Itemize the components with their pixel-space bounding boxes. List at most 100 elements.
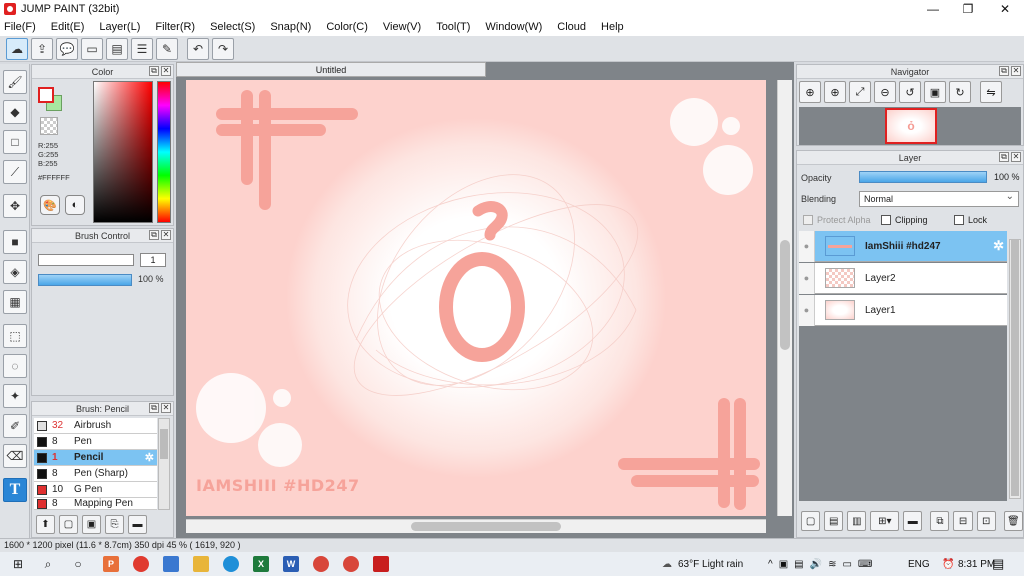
actual-size-icon[interactable]: ▣: [924, 81, 946, 103]
weather-widget[interactable]: ☁ 63°F Light rain: [662, 552, 743, 576]
restore-button[interactable]: ❐: [950, 0, 986, 18]
panel-close-icon[interactable]: ✕: [161, 403, 171, 413]
brush-options-icon[interactable]: ▣: [82, 514, 101, 534]
blending-select[interactable]: Normal: [859, 190, 1019, 207]
saturation-value-picker[interactable]: [93, 81, 153, 223]
menu-view[interactable]: View(V): [383, 21, 421, 33]
page-icon[interactable]: ▤: [106, 37, 128, 60]
new-layer-8bit-icon[interactable]: ▤: [824, 511, 844, 531]
hue-slider[interactable]: [157, 81, 171, 223]
artwork-canvas[interactable]: IAMSHIII #HD247: [186, 80, 766, 516]
rotate-left-icon[interactable]: ↺: [899, 81, 921, 103]
navigator-thumbnail[interactable]: ỏ: [885, 108, 937, 144]
lock-checkbox[interactable]: Lock: [954, 215, 987, 225]
panel-float-icon[interactable]: ⧉: [999, 152, 1009, 162]
edit-list-icon[interactable]: ✎: [156, 37, 178, 60]
panel-float-icon[interactable]: ⧉: [149, 66, 159, 76]
close-button[interactable]: ✕: [987, 0, 1023, 18]
share-icon[interactable]: ⇪: [31, 37, 53, 60]
menu-file[interactable]: File(F): [4, 21, 36, 33]
merge-layer-icon[interactable]: ⊟: [953, 511, 973, 531]
line-tool-icon[interactable]: ⟋: [3, 160, 27, 184]
duplicate-layer-icon[interactable]: ⧉: [930, 511, 950, 531]
task-view-icon[interactable]: ○: [66, 554, 90, 574]
windows-start-icon[interactable]: ⊞: [6, 554, 30, 574]
layer-opacity-slider[interactable]: [859, 171, 987, 183]
menu-window[interactable]: Window(W): [485, 21, 542, 33]
redo-icon[interactable]: ↷: [212, 37, 234, 60]
new-layer-icon[interactable]: ▢: [801, 511, 821, 531]
menu-layer[interactable]: Layer(L): [99, 21, 140, 33]
clock-time[interactable]: 8:31 PM: [958, 552, 995, 576]
app-browser-red-icon[interactable]: [133, 556, 149, 572]
keyboard-icon[interactable]: ⌨: [858, 559, 872, 570]
excel-icon[interactable]: X: [253, 556, 269, 572]
gear-icon[interactable]: ✲: [145, 451, 154, 464]
visibility-icon[interactable]: ●: [799, 294, 815, 326]
layer-copy-icon[interactable]: ⊡: [976, 511, 996, 531]
brush-tool-icon[interactable]: 🖌: [3, 70, 27, 94]
brush-item-pencil[interactable]: 1 Pencil ✲: [34, 450, 157, 466]
menu-snap[interactable]: Snap(N): [270, 21, 311, 33]
brush-opacity-slider[interactable]: [38, 274, 132, 286]
chevron-up-icon[interactable]: ^: [768, 559, 773, 570]
eraser-tool-icon[interactable]: ◆: [3, 100, 27, 124]
new-layer-1bit-icon[interactable]: ▥: [847, 511, 867, 531]
menu-tool[interactable]: Tool(T): [436, 21, 470, 33]
delete-layer-icon[interactable]: 🗑: [1003, 511, 1023, 531]
canvas-horizontal-scrollbar[interactable]: [186, 519, 766, 533]
cloud-icon[interactable]: ☁: [6, 37, 28, 60]
menu-color[interactable]: Color(C): [326, 21, 368, 33]
bucket-tool-icon[interactable]: ◈: [3, 260, 27, 284]
undo-icon[interactable]: ↶: [187, 37, 209, 60]
battery-icon[interactable]: ▭: [842, 559, 851, 570]
magic-wand-tool-icon[interactable]: ✦: [3, 384, 27, 408]
move-tool-icon[interactable]: ✥: [3, 194, 27, 218]
brush-item-airbrush[interactable]: 32 Airbrush: [34, 418, 157, 434]
lasso-tool-icon[interactable]: ◌: [3, 354, 27, 378]
panel-float-icon[interactable]: ⧉: [149, 230, 159, 240]
protect-alpha-checkbox[interactable]: Protect Alpha: [803, 215, 871, 225]
word-icon[interactable]: W: [283, 556, 299, 572]
notification-icon[interactable]: ▤: [992, 552, 1004, 576]
app-monitor-icon[interactable]: [163, 556, 179, 572]
brush-item-pen-sharp[interactable]: 8 Pen (Sharp): [34, 466, 157, 482]
brush-cloud-icon[interactable]: ⬆: [36, 514, 55, 534]
flip-icon[interactable]: ⇋: [980, 81, 1002, 103]
canvas-vertical-scrollbar[interactable]: [777, 80, 792, 516]
wifi-icon[interactable]: ≋: [828, 559, 836, 570]
menu-filter[interactable]: Filter(R): [155, 21, 195, 33]
text-tool-icon[interactable]: T: [3, 478, 27, 502]
visibility-icon[interactable]: ●: [799, 230, 815, 262]
visibility-icon[interactable]: ●: [799, 262, 815, 294]
new-brush-icon[interactable]: ▢: [59, 514, 78, 534]
app-p-icon[interactable]: P: [103, 556, 119, 572]
brush-item-pen[interactable]: 8 Pen: [34, 434, 157, 450]
panel-close-icon[interactable]: ✕: [1011, 152, 1021, 162]
gear-icon[interactable]: ✲: [993, 238, 1004, 254]
menu-help[interactable]: Help: [601, 21, 624, 33]
gradient-tool-icon[interactable]: ▦: [3, 290, 27, 314]
transparent-color-swatch[interactable]: [40, 117, 58, 135]
menu-cloud[interactable]: Cloud: [557, 21, 586, 33]
panel-float-icon[interactable]: ⧉: [999, 66, 1009, 76]
fill-rect-tool-icon[interactable]: ■: [3, 230, 27, 254]
brush-size-value[interactable]: 1: [140, 253, 166, 267]
foreground-color-swatch[interactable]: [38, 87, 54, 103]
navigator-preview[interactable]: ỏ: [799, 107, 1021, 145]
palette-icon[interactable]: 🎨: [40, 195, 60, 215]
panel-float-icon[interactable]: ⧉: [149, 403, 159, 413]
clipping-checkbox[interactable]: Clipping: [881, 215, 928, 225]
menu-edit[interactable]: Edit(E): [51, 21, 85, 33]
minimize-button[interactable]: —: [915, 0, 951, 18]
language-indicator[interactable]: ENG: [908, 552, 930, 576]
brush-item-g-pen[interactable]: 10 G Pen: [34, 482, 157, 498]
select-eraser-tool-icon[interactable]: ⌫: [3, 444, 27, 468]
brush-item-mapping-pen[interactable]: 8 Mapping Pen: [34, 498, 157, 510]
zoom-out-icon[interactable]: ⊖: [874, 81, 896, 103]
document-tab[interactable]: Untitled: [176, 62, 486, 77]
eyedropper-palette-icon[interactable]: ◐: [65, 195, 85, 215]
rectangle-tool-icon[interactable]: □: [3, 130, 27, 154]
layer-folder-icon[interactable]: ▬: [903, 511, 923, 531]
fit-screen-icon[interactable]: ⤢: [849, 81, 871, 103]
